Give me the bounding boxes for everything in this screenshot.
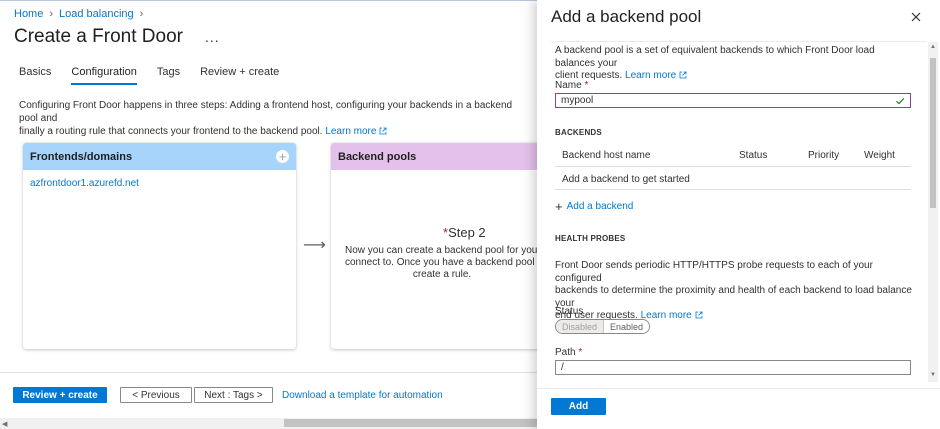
required-marker: * (584, 80, 589, 91)
health-learn-more-label: Learn more (640, 310, 692, 321)
backend-pools-card: Backend pools *Step 2 Now you can create… (331, 143, 541, 349)
health-probes-description: Front Door sends periodic HTTP/HTTPS pro… (555, 260, 915, 323)
panel-desc-line-2: client requests. Learn more (555, 70, 915, 83)
more-icon[interactable]: ... (205, 29, 220, 45)
plus-icon: + (555, 198, 563, 214)
health-desc-line-2: backends to determine the proximity and … (555, 285, 912, 309)
required-marker: * (578, 347, 583, 358)
backends-table-header: Backend host name Status Priority Weight (555, 148, 911, 164)
panel-learn-more-label: Learn more (625, 70, 677, 81)
scroll-down-icon[interactable]: ▼ (930, 372, 936, 378)
intro-text: Configuring Front Door happens in three … (19, 99, 519, 138)
page-title: Create a Front Door ... (14, 26, 220, 48)
frontends-card-header: Frontends/domains + (23, 143, 296, 170)
status-label: Status (555, 306, 584, 317)
step-desc-line-3: create a rule. (412, 269, 472, 280)
frontends-card-title: Frontends/domains (30, 150, 133, 163)
intro-line-1: Configuring Front Door happens in three … (19, 100, 513, 124)
intro-line-2: finally a routing rule that connects you… (19, 125, 519, 138)
frontends-card: Frontends/domains + azfrontdoor1.azurefd… (23, 143, 296, 349)
step-desc-line-1: Now you can create a backend pool for yo… (345, 245, 539, 256)
backend-pools-card-header: Backend pools (331, 143, 541, 170)
page-title-text: Create a Front Door (14, 26, 183, 47)
panel-title: Add a backend pool (551, 7, 702, 26)
add-backend-label: Add a backend (566, 201, 634, 212)
path-label-text: Path (555, 347, 576, 358)
add-backend-pool-panel: Add a backend pool A backend pool is a s… (537, 0, 940, 429)
breadcrumb-load-balancing[interactable]: Load balancing (59, 8, 134, 20)
frontend-host-link[interactable]: azfrontdoor1.azurefd.net (30, 178, 139, 189)
review-create-button[interactable]: Review + create (13, 387, 107, 403)
col-status: Status (739, 150, 768, 161)
backend-pools-card-title: Backend pools (338, 150, 417, 163)
name-label-text: Name (555, 80, 582, 91)
step-label: *Step 2 (443, 225, 486, 240)
col-backend-host-name: Backend host name (562, 150, 651, 161)
tab-basics[interactable]: Basics (19, 66, 51, 84)
breadcrumb-chevron-icon: › (49, 8, 54, 20)
valid-check-icon (896, 97, 905, 104)
previous-button[interactable]: < Previous (120, 387, 192, 403)
wizard-tabs: Basics Configuration Tags Review + creat… (19, 66, 299, 85)
step-text: Step 2 (448, 225, 486, 240)
tab-tags[interactable]: Tags (157, 66, 180, 84)
intro-line-2-text: finally a routing rule that connects you… (19, 126, 323, 137)
download-template-link[interactable]: Download a template for automation (282, 390, 443, 401)
table-divider (555, 189, 911, 190)
intro-learn-more-label: Learn more (325, 126, 377, 137)
path-label: Path * (555, 347, 582, 358)
backends-empty-row: Add a backend to get started (562, 174, 690, 185)
external-link-icon (695, 311, 702, 319)
health-learn-more-link[interactable]: Learn more (641, 310, 703, 321)
vertical-scroll-thumb[interactable] (930, 58, 936, 208)
table-divider (555, 166, 911, 167)
status-option-enabled[interactable]: Enabled (603, 320, 650, 333)
panel-desc-line-1: A backend pool is a set of equivalent ba… (555, 45, 875, 69)
scroll-up-icon[interactable]: ▲ (930, 44, 936, 50)
name-input[interactable]: mypool (555, 93, 911, 108)
add-backend-button[interactable]: + Add a backend (555, 198, 634, 214)
panel-learn-more-link[interactable]: Learn more (625, 70, 687, 81)
intro-learn-more-link[interactable]: Learn more (325, 126, 387, 137)
scroll-left-icon[interactable]: ◀ (2, 420, 7, 428)
panel-body: A backend pool is a set of equivalent ba… (537, 42, 927, 382)
breadcrumb-home[interactable]: Home (14, 8, 43, 20)
external-link-icon (679, 71, 687, 79)
horizontal-scroll-thumb[interactable] (284, 419, 537, 427)
breadcrumb-chevron-icon: › (139, 8, 144, 20)
tab-configuration[interactable]: Configuration (71, 66, 138, 85)
status-toggle: Disabled Enabled (555, 319, 651, 334)
arrow-right-icon: ⟶ (303, 237, 326, 254)
tab-review-create[interactable]: Review + create (200, 66, 279, 84)
step-desc-line-2: connect to. Once you have a backend pool… (345, 257, 539, 268)
health-probes-section-header: HEALTH PROBES (555, 234, 626, 243)
footer-divider (0, 372, 537, 373)
external-link-icon (379, 127, 387, 135)
backends-section-header: BACKENDS (555, 128, 602, 137)
health-desc-line-1: Front Door sends periodic HTTP/HTTPS pro… (555, 260, 873, 284)
name-label: Name * (555, 80, 588, 91)
col-weight: Weight (864, 150, 895, 161)
path-input-value: / (561, 362, 564, 373)
close-icon[interactable] (909, 10, 923, 24)
status-option-disabled[interactable]: Disabled (556, 320, 604, 333)
next-tags-button[interactable]: Next : Tags > (194, 387, 273, 403)
panel-description: A backend pool is a set of equivalent ba… (555, 45, 915, 83)
panel-footer-divider (537, 388, 940, 389)
name-input-value: mypool (561, 95, 594, 106)
add-button[interactable]: Add (551, 398, 606, 415)
path-input[interactable]: / (555, 360, 911, 375)
step-description: Now you can create a backend pool for yo… (345, 245, 539, 281)
col-priority: Priority (808, 150, 840, 161)
breadcrumb: Home › Load balancing › (14, 8, 143, 20)
add-frontend-icon[interactable]: + (276, 150, 289, 163)
